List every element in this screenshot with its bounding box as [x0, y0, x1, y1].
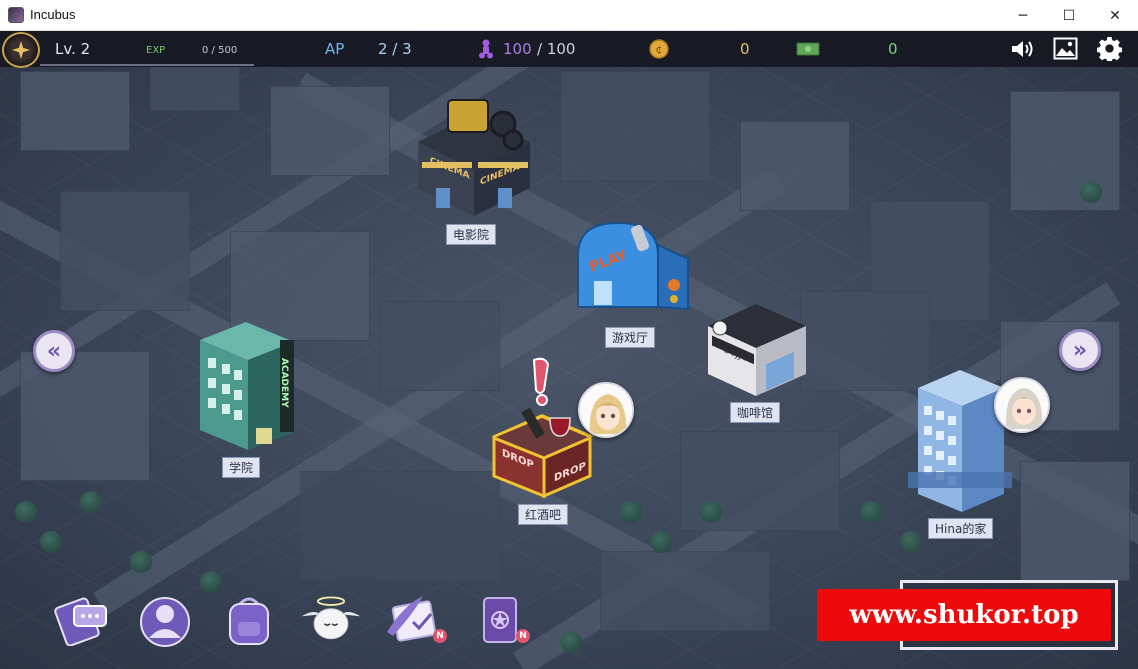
- tree: [620, 501, 642, 523]
- ap-label: AP: [325, 40, 345, 58]
- sound-icon[interactable]: [1010, 38, 1034, 60]
- profile-button[interactable]: [134, 590, 196, 650]
- watermark-banner: www.shukor.top: [817, 589, 1111, 641]
- city-block: [20, 71, 130, 151]
- maximize-button[interactable]: ☐: [1046, 0, 1092, 31]
- window-titlebar: Incubus ─ ☐ ✕: [0, 0, 1138, 31]
- svg-text:¢: ¢: [656, 43, 663, 56]
- tree: [860, 501, 882, 523]
- watermark-text: www.shukor.top: [849, 600, 1079, 630]
- profile-person-icon: [140, 597, 190, 647]
- gallery-icon[interactable]: [1053, 37, 1078, 60]
- exp-value: 0 / 500: [202, 45, 238, 56]
- academy-sign: ACADEMY: [279, 358, 289, 408]
- backpack-icon: [229, 597, 269, 645]
- tree: [15, 501, 37, 523]
- cash-count: 0: [888, 40, 898, 58]
- goat-companion-icon: [301, 596, 361, 640]
- tree: [1080, 181, 1102, 203]
- quests-button[interactable]: N: [382, 590, 447, 650]
- previous-area-arrow-icon[interactable]: «: [33, 330, 75, 372]
- location-label-cafe[interactable]: 咖啡馆: [730, 402, 781, 423]
- stamina-icon: [479, 39, 493, 59]
- city-block: [270, 86, 390, 176]
- city-block: [1020, 461, 1130, 581]
- city-block: [20, 351, 150, 481]
- companion-button[interactable]: [300, 590, 362, 650]
- city-block: [1010, 91, 1120, 211]
- city-block: [600, 551, 770, 631]
- tree: [900, 531, 922, 553]
- phone-chat-icon: [54, 597, 107, 646]
- character-portrait-bar[interactable]: [578, 382, 634, 438]
- journal-new-badge: N: [516, 629, 530, 643]
- ap-value: 2 / 3: [378, 40, 412, 58]
- location-label-academy[interactable]: 学院: [222, 457, 261, 478]
- window-title: Incubus: [30, 7, 76, 22]
- tree: [560, 631, 582, 653]
- cash-icon: [796, 42, 820, 56]
- cafe-building[interactable]: Coffee: [704, 298, 810, 398]
- location-label-arcade[interactable]: 游戏厅: [605, 327, 656, 348]
- minimize-button[interactable]: ─: [1000, 0, 1046, 31]
- phone-messages-button[interactable]: [50, 590, 112, 650]
- tree: [700, 501, 722, 523]
- cinema-building[interactable]: CINEMA CINEMA: [408, 92, 540, 218]
- tree: [40, 531, 62, 553]
- academy-building[interactable]: ACADEMY: [186, 318, 300, 454]
- quests-new-badge: N: [433, 629, 447, 643]
- character-portrait-hina[interactable]: [994, 377, 1050, 433]
- level-badge-icon[interactable]: [2, 32, 40, 68]
- city-block: [740, 121, 850, 211]
- arcade-building[interactable]: PLAY: [570, 215, 692, 315]
- stamina-current: 100: [503, 40, 532, 58]
- inventory-button[interactable]: [218, 590, 280, 650]
- hud-bar: Lv. 2 EXP 0 / 500 AP 2 / 3 100 / 100 ¢ 0…: [0, 31, 1138, 68]
- app-icon: [8, 7, 24, 23]
- parking-lot: [300, 471, 500, 581]
- bar-building[interactable]: DROP DROP: [488, 356, 598, 500]
- city-map: [0, 31, 1138, 669]
- exp-bar: [40, 64, 254, 66]
- tree: [130, 551, 152, 573]
- settings-gear-icon[interactable]: [1097, 36, 1122, 61]
- location-label-bar[interactable]: 红酒吧: [518, 504, 569, 525]
- alert-exclamation-icon: [532, 357, 550, 394]
- coin-icon: ¢: [649, 39, 669, 59]
- next-area-arrow-icon[interactable]: »: [1059, 329, 1101, 371]
- tree: [650, 531, 672, 553]
- city-block: [60, 191, 190, 311]
- tree: [80, 491, 102, 513]
- close-button[interactable]: ✕: [1092, 0, 1138, 31]
- location-label-cinema[interactable]: 电影院: [446, 224, 497, 245]
- level-text: Lv. 2: [55, 40, 91, 58]
- exp-label: EXP: [146, 45, 166, 56]
- city-block: [380, 301, 500, 391]
- coin-count: 0: [740, 40, 750, 58]
- location-label-hina-home[interactable]: Hina的家: [928, 518, 994, 539]
- journal-button[interactable]: N: [468, 590, 530, 650]
- stamina-max: / 100: [537, 40, 576, 58]
- city-block: [560, 71, 710, 181]
